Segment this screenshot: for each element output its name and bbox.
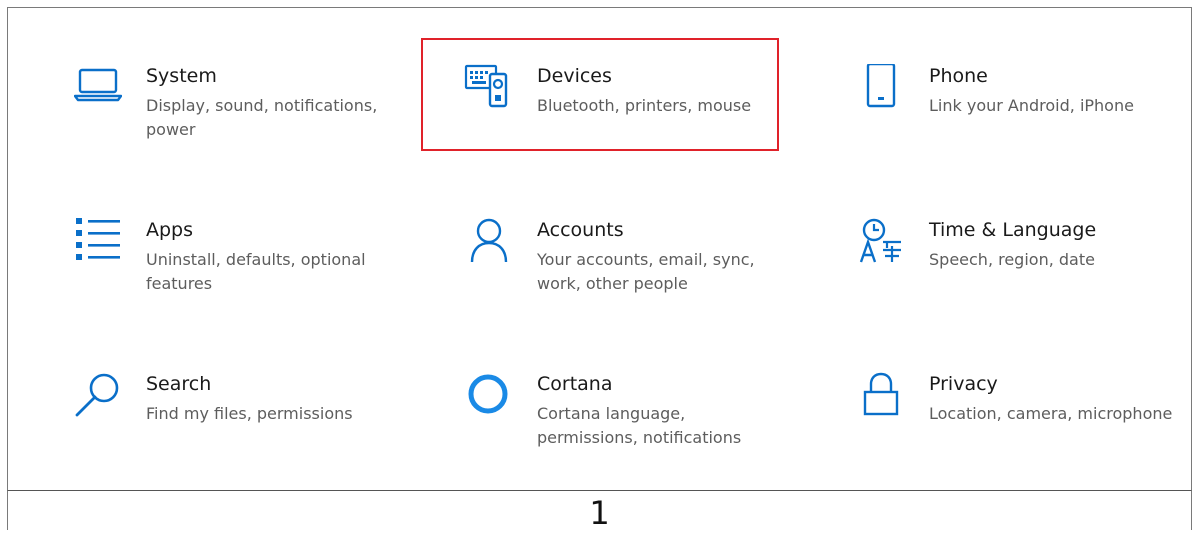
- tile-time-language[interactable]: Time & Language Speech, region, date: [855, 218, 1195, 318]
- step-number: 1: [589, 494, 610, 532]
- tile-title: Privacy: [929, 373, 998, 395]
- tile-description: Link your Android, iPhone: [929, 96, 1134, 115]
- tile-title: Search: [146, 373, 212, 395]
- tile-apps[interactable]: Apps Uninstall, defaults, optional featu…: [72, 218, 412, 318]
- time-language-icon: [855, 218, 907, 270]
- tile-title: System: [146, 65, 217, 87]
- phone-icon: [855, 64, 907, 116]
- apps-list-icon: [72, 218, 124, 270]
- tile-search[interactable]: Search Find my files, permissions: [72, 372, 412, 472]
- tile-accounts[interactable]: Accounts Your accounts, email, sync, wor…: [463, 218, 803, 318]
- tile-description: Your accounts, email, sync, work, other …: [537, 250, 755, 293]
- tile-title: Cortana: [537, 373, 613, 395]
- step-footer: 1: [7, 491, 1192, 532]
- tile-title: Phone: [929, 65, 988, 87]
- tile-phone[interactable]: Phone Link your Android, iPhone: [855, 64, 1195, 164]
- cortana-circle-icon: [463, 372, 515, 424]
- tile-title: Accounts: [537, 219, 624, 241]
- tile-title: Time & Language: [929, 219, 1097, 241]
- tile-system[interactable]: System Display, sound, notifications, po…: [72, 64, 412, 164]
- tile-privacy[interactable]: Privacy Location, camera, microphone: [855, 372, 1195, 472]
- person-icon: [463, 218, 515, 270]
- lock-icon: [855, 372, 907, 424]
- tile-title: Apps: [146, 219, 194, 241]
- tile-cortana[interactable]: Cortana Cortana language, permissions, n…: [463, 372, 803, 472]
- tile-description: Find my files, permissions: [146, 404, 353, 423]
- tile-description: Uninstall, defaults, optional features: [146, 250, 366, 293]
- tile-description: Speech, region, date: [929, 250, 1095, 269]
- tile-description: Display, sound, notifications, power: [146, 96, 378, 139]
- devices-highlight-box: [421, 38, 779, 151]
- tile-description: Cortana language, permissions, notificat…: [537, 404, 742, 447]
- tile-description: Location, camera, microphone: [929, 404, 1173, 423]
- laptop-icon: [72, 64, 124, 116]
- search-icon: [72, 372, 124, 424]
